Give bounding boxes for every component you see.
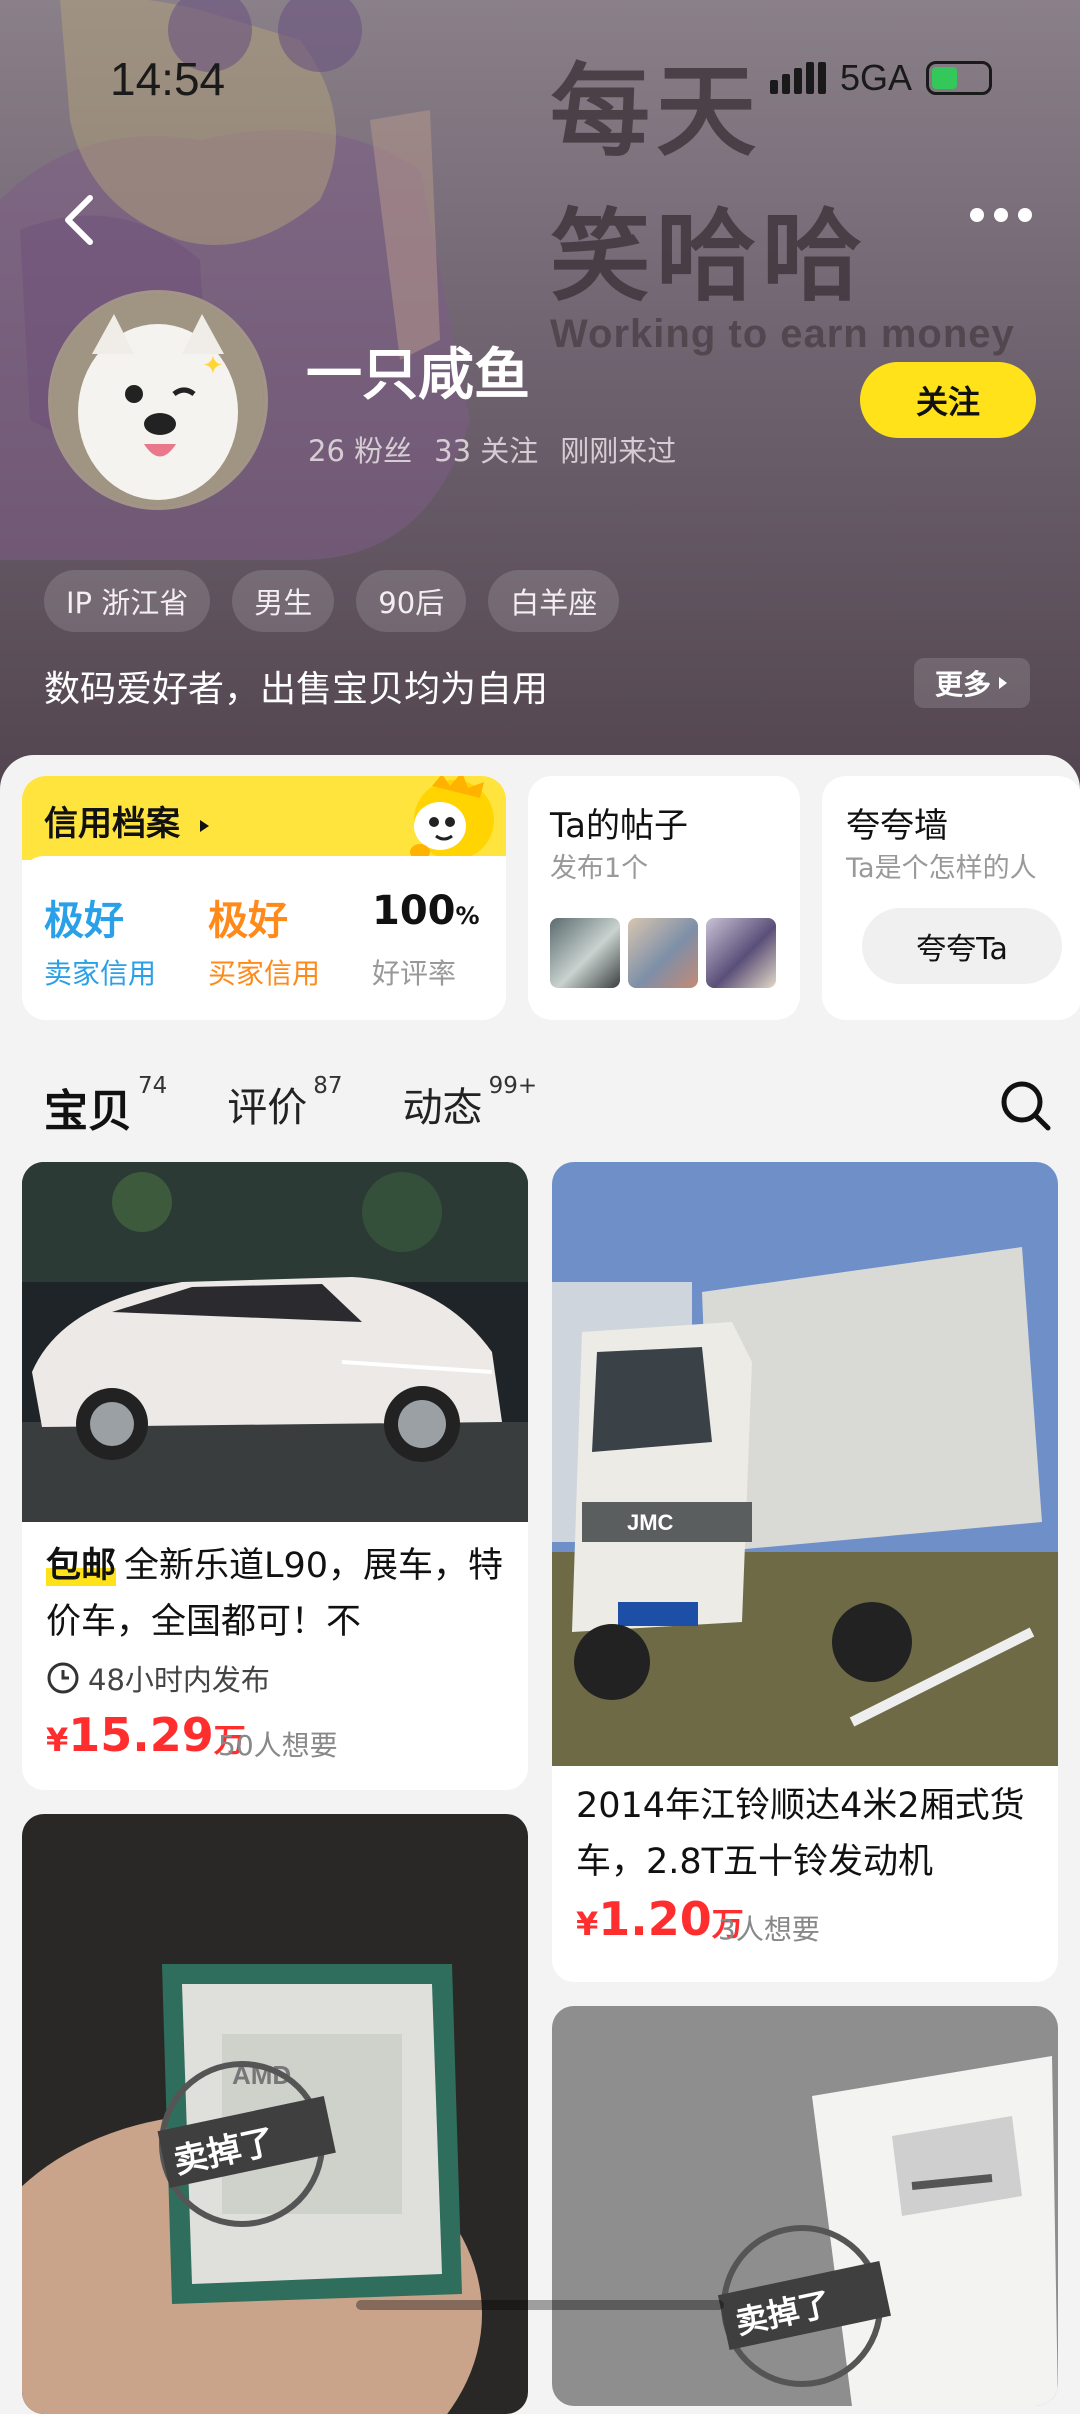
positive-rate-label: 好评率 xyxy=(372,957,457,990)
price-number: 1.20 xyxy=(598,1892,712,1946)
profile-username: 一只咸鱼 xyxy=(306,343,530,408)
praise-wall-title: 夸夸墙 xyxy=(846,806,948,846)
praise-button[interactable]: 夸夸Ta xyxy=(862,908,1062,984)
banner-text-line2: 笑哈哈 xyxy=(550,198,868,315)
listing-card[interactable]: AMD 卖掉了 xyxy=(22,1814,528,2414)
positive-rate-unit: % xyxy=(455,902,480,930)
tab-activity[interactable]: 动态 99+ xyxy=(402,1073,538,1133)
network-label: 5GA xyxy=(840,57,913,98)
tag-zodiac: 白羊座 xyxy=(488,570,620,632)
want-count: 3人想要 xyxy=(718,1913,820,1946)
followers-count[interactable]: 26 粉丝 xyxy=(308,428,412,470)
praise-wall-subtitle: Ta是个怎样的人 xyxy=(846,853,1037,884)
status-time: 14:54 xyxy=(110,53,226,105)
tab-reviews-label: 评价 xyxy=(227,1085,308,1131)
posts-title: Ta的帖子 xyxy=(550,806,688,846)
tab-reviews-count: 87 xyxy=(313,1073,343,1099)
price-currency: ¥ xyxy=(576,1905,599,1943)
credit-card-header: 信用档案 xyxy=(22,776,506,860)
dog-avatar-image: ✦ xyxy=(52,294,264,506)
profile-bio: 数码爱好者，出售宝贝均为自用 xyxy=(44,669,549,710)
post-thumbnail xyxy=(628,918,698,988)
listing-card[interactable]: 卖掉了 xyxy=(552,2006,1058,2406)
drone-image: 卖掉了 xyxy=(552,2006,1058,2406)
svg-text:JMC: JMC xyxy=(627,1510,674,1535)
free-shipping-badge: 包邮 xyxy=(46,1546,117,1586)
price-currency: ¥ xyxy=(46,1721,69,1759)
tab-reviews[interactable]: 评价 87 xyxy=(227,1073,343,1133)
content-tabs: 宝贝 74 评价 87 动态 99+ xyxy=(44,1073,538,1145)
last-seen: 刚刚来过 xyxy=(560,434,677,468)
battery-icon xyxy=(926,61,993,95)
tab-items-label: 宝贝 xyxy=(44,1086,132,1137)
home-indicator[interactable] xyxy=(356,2300,724,2310)
cpu-image: AMD 卖掉了 xyxy=(22,1814,528,2414)
back-icon[interactable] xyxy=(52,190,112,250)
buyer-credit-value: 极好 xyxy=(208,898,288,944)
seller-credit-label: 卖家信用 xyxy=(44,957,157,990)
triangle-right-icon xyxy=(999,677,1007,689)
price-number: 15.29 xyxy=(68,1708,214,1762)
profile-stats: 26 粉丝 33 关注 刚刚来过 xyxy=(308,428,676,470)
banner-text-line3: Working to earn money xyxy=(550,312,1015,356)
tab-items[interactable]: 宝贝 74 xyxy=(44,1073,168,1145)
tag-age: 90后 xyxy=(356,570,467,632)
post-thumbnail xyxy=(706,918,776,988)
profile-tags: IP 浙江省 男生 90后 白羊座 xyxy=(44,570,620,632)
triangle-right-icon xyxy=(199,820,209,832)
signal-icon xyxy=(770,62,826,94)
praise-wall-card[interactable]: 夸夸墙 Ta是个怎样的人 夸夸Ta xyxy=(822,776,1080,1020)
tab-activity-count: 99+ xyxy=(488,1073,538,1099)
positive-rate: 100% xyxy=(372,888,480,934)
search-icon[interactable] xyxy=(998,1078,1054,1134)
want-count: 50人想要 xyxy=(218,1729,338,1762)
clock-icon xyxy=(47,1662,79,1694)
listing-card[interactable]: 包邮 全新乐道L90，展车，特价车，全国都可！不 48小时内发布 ¥15.29万 … xyxy=(22,1162,528,1790)
tab-items-count: 74 xyxy=(138,1073,168,1099)
credit-title: 信用档案 xyxy=(44,804,180,844)
follow-button[interactable]: 关注 xyxy=(860,362,1036,438)
credit-title-wrap: 信用档案 xyxy=(44,796,212,845)
car-image xyxy=(22,1162,528,1522)
banner-text-line1: 每天 xyxy=(550,53,762,170)
posts-card[interactable]: Ta的帖子 发布1个 xyxy=(528,776,800,1020)
listing-title: 包邮 全新乐道L90，展车，特价车，全国都可！不 xyxy=(46,1538,506,1650)
truck-image: JMC xyxy=(552,1162,1058,1766)
tag-ip-location: IP 浙江省 xyxy=(44,570,211,632)
svg-text:✦: ✦ xyxy=(202,351,224,381)
status-bar-right: 5GA xyxy=(770,57,993,98)
listing-title: 2014年江铃顺达4米2厢式货车，2.8T五十铃发动机 xyxy=(576,1786,1025,1882)
seller-credit-value: 极好 xyxy=(44,898,124,944)
post-thumbnail xyxy=(550,918,620,988)
tab-activity-label: 动态 xyxy=(402,1085,483,1131)
tag-gender: 男生 xyxy=(232,570,335,632)
posts-subtitle: 发布1个 xyxy=(550,853,649,884)
buyer-credit-label: 买家信用 xyxy=(208,957,321,990)
credit-profile-card[interactable]: 信用档案 极好 卖家信用 极好 买家信用 100% 好评率 xyxy=(22,776,506,1020)
listing-price: ¥15.29万 xyxy=(46,1708,246,1762)
listing-card[interactable]: JMC 2014年江铃顺达4米2厢式货车，2.8T五十铃发动机 ¥1.20万 3… xyxy=(552,1162,1058,1982)
positive-rate-value: 100 xyxy=(372,888,456,934)
following-count[interactable]: 33 关注 xyxy=(434,428,538,470)
more-options-icon[interactable] xyxy=(970,200,1040,230)
bio-more-button[interactable]: 更多 xyxy=(914,658,1030,708)
bio-more-label: 更多 xyxy=(934,668,991,701)
publish-time-text: 48小时内发布 xyxy=(88,1663,270,1697)
avatar[interactable]: ✦ xyxy=(48,290,268,510)
publish-time: 48小时内发布 xyxy=(46,1657,270,1699)
